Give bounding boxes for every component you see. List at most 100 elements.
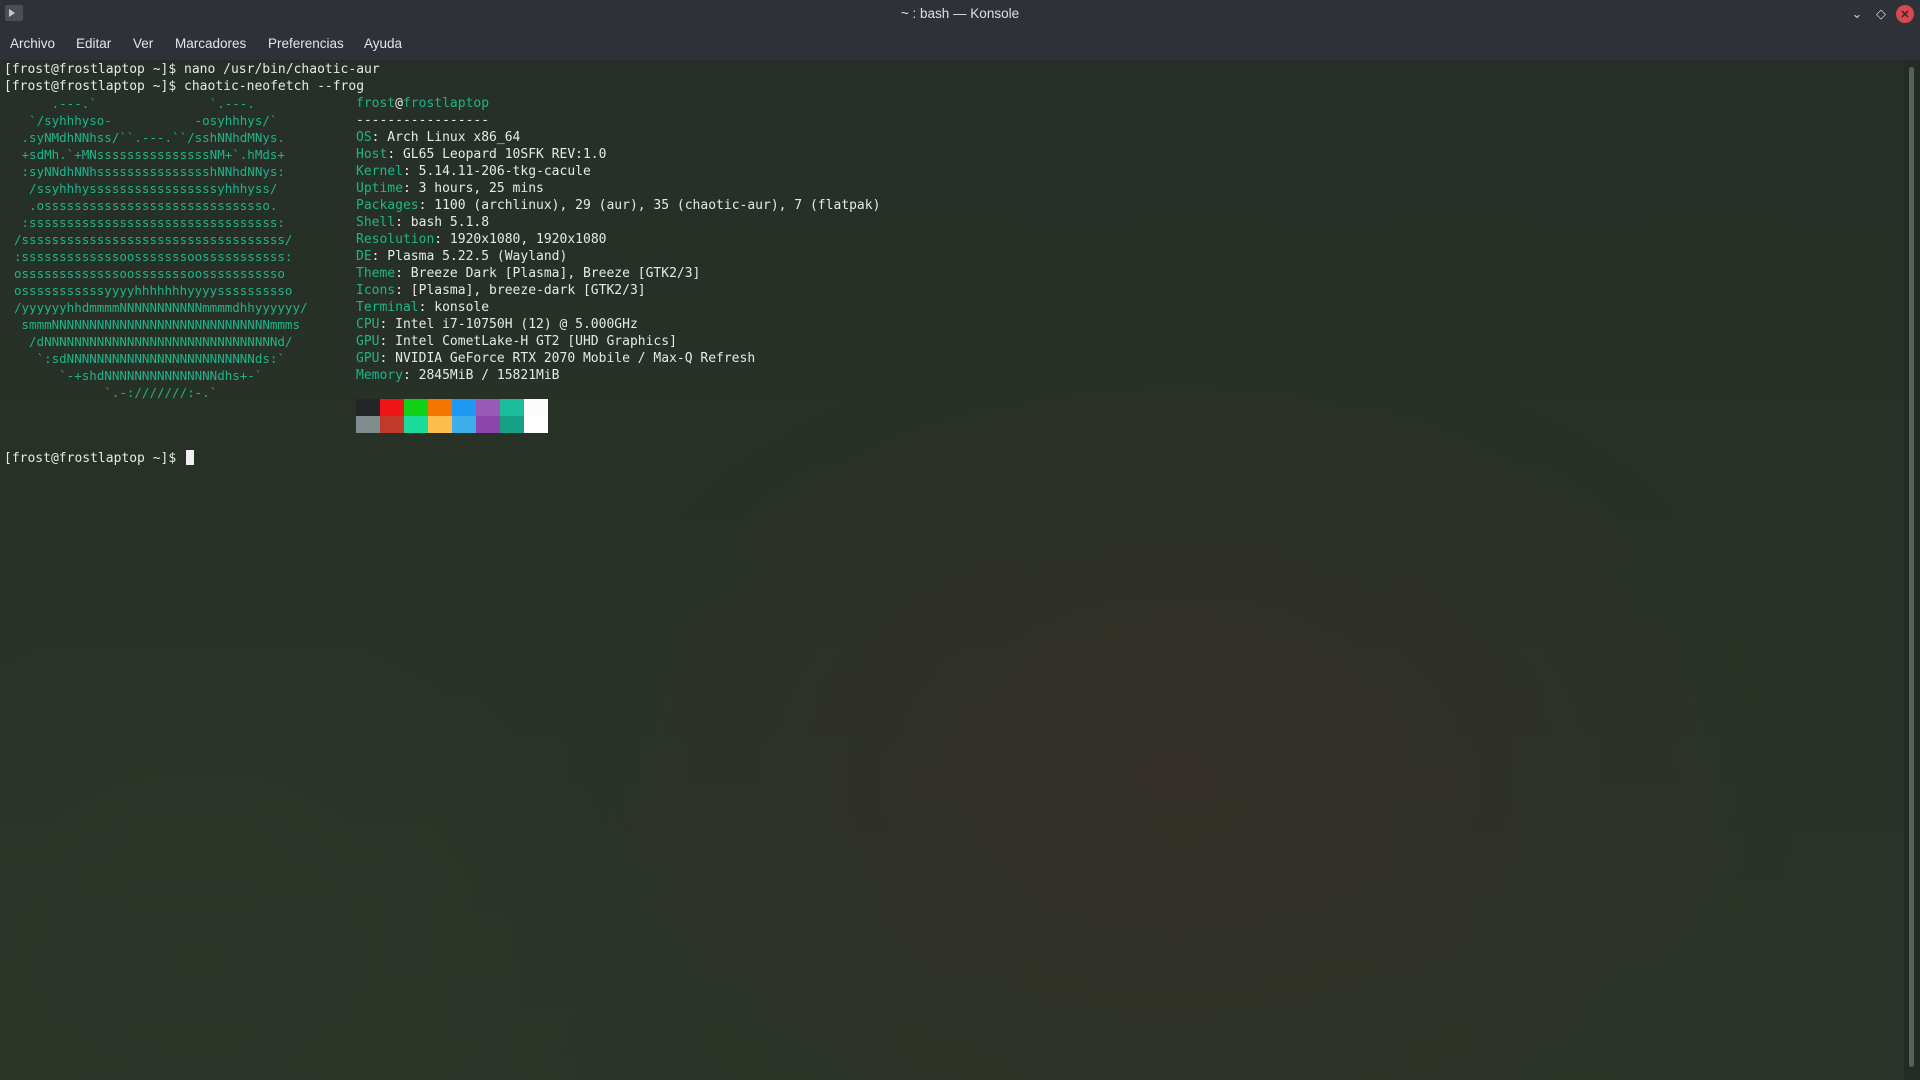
palette-swatch — [380, 416, 404, 433]
palette-swatch — [404, 399, 428, 416]
info-key: CPU — [356, 317, 380, 332]
menu-editar[interactable]: Editar — [76, 36, 111, 51]
info-terminal: Terminal: konsole — [356, 299, 489, 316]
logo-line: osssssssssssyyyyhhhhhhhyyyyssssssssso — [14, 283, 293, 298]
palette-swatch — [500, 399, 524, 416]
logo-line: `.-:///////:-.` — [14, 385, 218, 400]
info-value: : NVIDIA GeForce RTX 2070 Mobile / Max-Q… — [379, 351, 756, 366]
info-memory: Memory: 2845MiB / 15821MiB — [356, 367, 560, 384]
logo-line: :sssssssssssssssssssssssssssssssss: — [14, 215, 285, 230]
minimize-button[interactable]: ⌄ — [1848, 5, 1866, 23]
palette-swatch — [356, 416, 380, 433]
info-key: Resolution — [356, 232, 435, 247]
menu-ver[interactable]: Ver — [133, 36, 153, 51]
info-value: : [Plasma], breeze-dark [GTK2/3] — [395, 283, 646, 298]
at-sign: @ — [395, 96, 403, 111]
separator-line: ----------------- — [356, 113, 490, 128]
palette-swatch — [428, 399, 452, 416]
palette-swatch — [356, 399, 380, 416]
logo-line: /dNNNNNNNNNNNNNNNNNNNNNNNNNNNNNNNd/ — [14, 334, 293, 349]
info-kernel: Kernel: 5.14.11-206-tkg-cacule — [356, 163, 591, 180]
info-os: OS: Arch Linux x86_64 — [356, 129, 520, 146]
info-key: OS — [356, 130, 372, 145]
info-gpu-discrete: GPU: NVIDIA GeForce RTX 2070 Mobile / Ma… — [356, 350, 755, 367]
info-key: GPU — [356, 334, 380, 349]
info-value: : 1100 (archlinux), 29 (aur), 35 (chaoti… — [418, 198, 881, 213]
info-resolution: Resolution: 1920x1080, 1920x1080 — [356, 231, 606, 248]
info-uptime: Uptime: 3 hours, 25 mins — [356, 180, 544, 197]
chevron-down-icon: ⌄ — [1851, 6, 1863, 21]
logo-line: +sdMh.`+MNsssssssssssssssNM+`.hMds+ — [14, 147, 285, 162]
menu-preferencias[interactable]: Preferencias — [268, 36, 344, 51]
user-host: frost@frostlaptop — [356, 95, 489, 112]
info-de: DE: Plasma 5.22.5 (Wayland) — [356, 248, 567, 265]
info-theme: Theme: Breeze Dark [Plasma], Breeze [GTK… — [356, 265, 700, 282]
info-shell: Shell: bash 5.1.8 — [356, 214, 489, 231]
diamond-icon: ◇ — [1876, 6, 1886, 21]
palette-swatch — [476, 399, 500, 416]
menu-bar: Archivo Editar Ver Marcadores Preferenci… — [0, 28, 1920, 61]
info-cpu: CPU: Intel i7-10750H (12) @ 5.000GHz — [356, 316, 638, 333]
info-value: : Arch Linux x86_64 — [371, 130, 521, 145]
shell-prompt: [frost@frostlaptop ~]$ — [4, 451, 185, 466]
info-value: : 2845MiB / 15821MiB — [402, 368, 560, 383]
info-value: : Breeze Dark [Plasma], Breeze [GTK2/3] — [395, 266, 701, 281]
info-key: DE — [356, 249, 372, 264]
info-key: Theme — [356, 266, 396, 281]
info-icons: Icons: [Plasma], breeze-dark [GTK2/3] — [356, 282, 646, 299]
info-value: : Plasma 5.22.5 (Wayland) — [371, 249, 568, 264]
info-value: : 1920x1080, 1920x1080 — [434, 232, 607, 247]
info-value: : konsole — [418, 300, 490, 315]
info-value: : GL65 Leopard 10SFK REV:1.0 — [387, 147, 607, 162]
title-bar[interactable]: ~ : bash — Konsole ⌄ ◇ ✕ — [0, 0, 1920, 28]
scrollbar[interactable] — [1904, 61, 1920, 1080]
info-key: Shell — [356, 215, 396, 230]
close-button[interactable]: ✕ — [1896, 5, 1914, 23]
info-key: Host — [356, 147, 388, 162]
scrollbar-thumb[interactable] — [1909, 67, 1914, 1067]
logo-line: `-+shdNNNNNNNNNNNNNNNdhs+-` — [14, 368, 263, 383]
menu-archivo[interactable]: Archivo — [10, 36, 55, 51]
logo-line: /sssssssssssssssssssssssssssssssssss/ — [14, 232, 293, 247]
palette-swatch — [452, 416, 476, 433]
logo-line: `:sdNNNNNNNNNNNNNNNNNNNNNNNNNds:` — [14, 351, 285, 366]
info-value: : Intel i7-10750H (12) @ 5.000GHz — [379, 317, 638, 332]
info-value: : 3 hours, 25 mins — [402, 181, 544, 196]
command-line: [frost@frostlaptop ~]$ chaotic-neofetch … — [4, 79, 365, 94]
palette-swatch — [500, 416, 524, 433]
terminal-area[interactable]: [frost@frostlaptop ~]$ nano /usr/bin/cha… — [0, 61, 1904, 1080]
info-value: : Intel CometLake-H GT2 [UHD Graphics] — [379, 334, 677, 349]
prompt-line[interactable]: [frost@frostlaptop ~]$ — [4, 450, 195, 467]
logo-line: .syNMdhNNhss/``.---.``/sshNNhdMNys. — [14, 130, 285, 145]
text-cursor — [186, 450, 195, 465]
logo-line: .ossssssssssssssssssssssssssssso. — [14, 198, 278, 213]
maximize-button[interactable]: ◇ — [1872, 5, 1890, 23]
info-host: Host: GL65 Leopard 10SFK REV:1.0 — [356, 146, 606, 163]
color-palette — [356, 399, 556, 435]
info-value: : 5.14.11-206-tkg-cacule — [402, 164, 591, 179]
info-key: GPU — [356, 351, 380, 366]
info-gpu-integrated: GPU: Intel CometLake-H GT2 [UHD Graphics… — [356, 333, 677, 350]
host-name: frostlaptop — [402, 96, 490, 111]
konsole-window: ~ : bash — Konsole ⌄ ◇ ✕ Archivo Editar … — [0, 0, 1920, 1080]
menu-marcadores[interactable]: Marcadores — [175, 36, 246, 51]
logo-line: :sssssssssssssoosssssssoosssssssssss: — [14, 249, 293, 264]
info-key: Icons — [356, 283, 396, 298]
info-key: Kernel — [356, 164, 403, 179]
palette-swatch — [380, 399, 404, 416]
user-name: frost — [356, 96, 396, 111]
palette-swatch — [476, 416, 500, 433]
info-key: Uptime — [356, 181, 403, 196]
info-key: Terminal — [356, 300, 419, 315]
palette-swatch — [404, 416, 428, 433]
info-key: Memory — [356, 368, 403, 383]
menu-ayuda[interactable]: Ayuda — [364, 36, 402, 51]
logo-line: /ssyhhhysssssssssssssssssyhhhyss/ — [14, 181, 278, 196]
logo-line: .---.` `.---. — [14, 96, 255, 111]
palette-swatch — [428, 416, 452, 433]
window-title: ~ : bash — Konsole — [900, 6, 1020, 21]
info-key: Packages — [356, 198, 419, 213]
logo-line: osssssssssssssoosssssssoosssssssssso — [14, 266, 285, 281]
logo-line: :syNNdhNNhssssssssssssssshNNhdNNys: — [14, 164, 285, 179]
info-value: : bash 5.1.8 — [395, 215, 490, 230]
